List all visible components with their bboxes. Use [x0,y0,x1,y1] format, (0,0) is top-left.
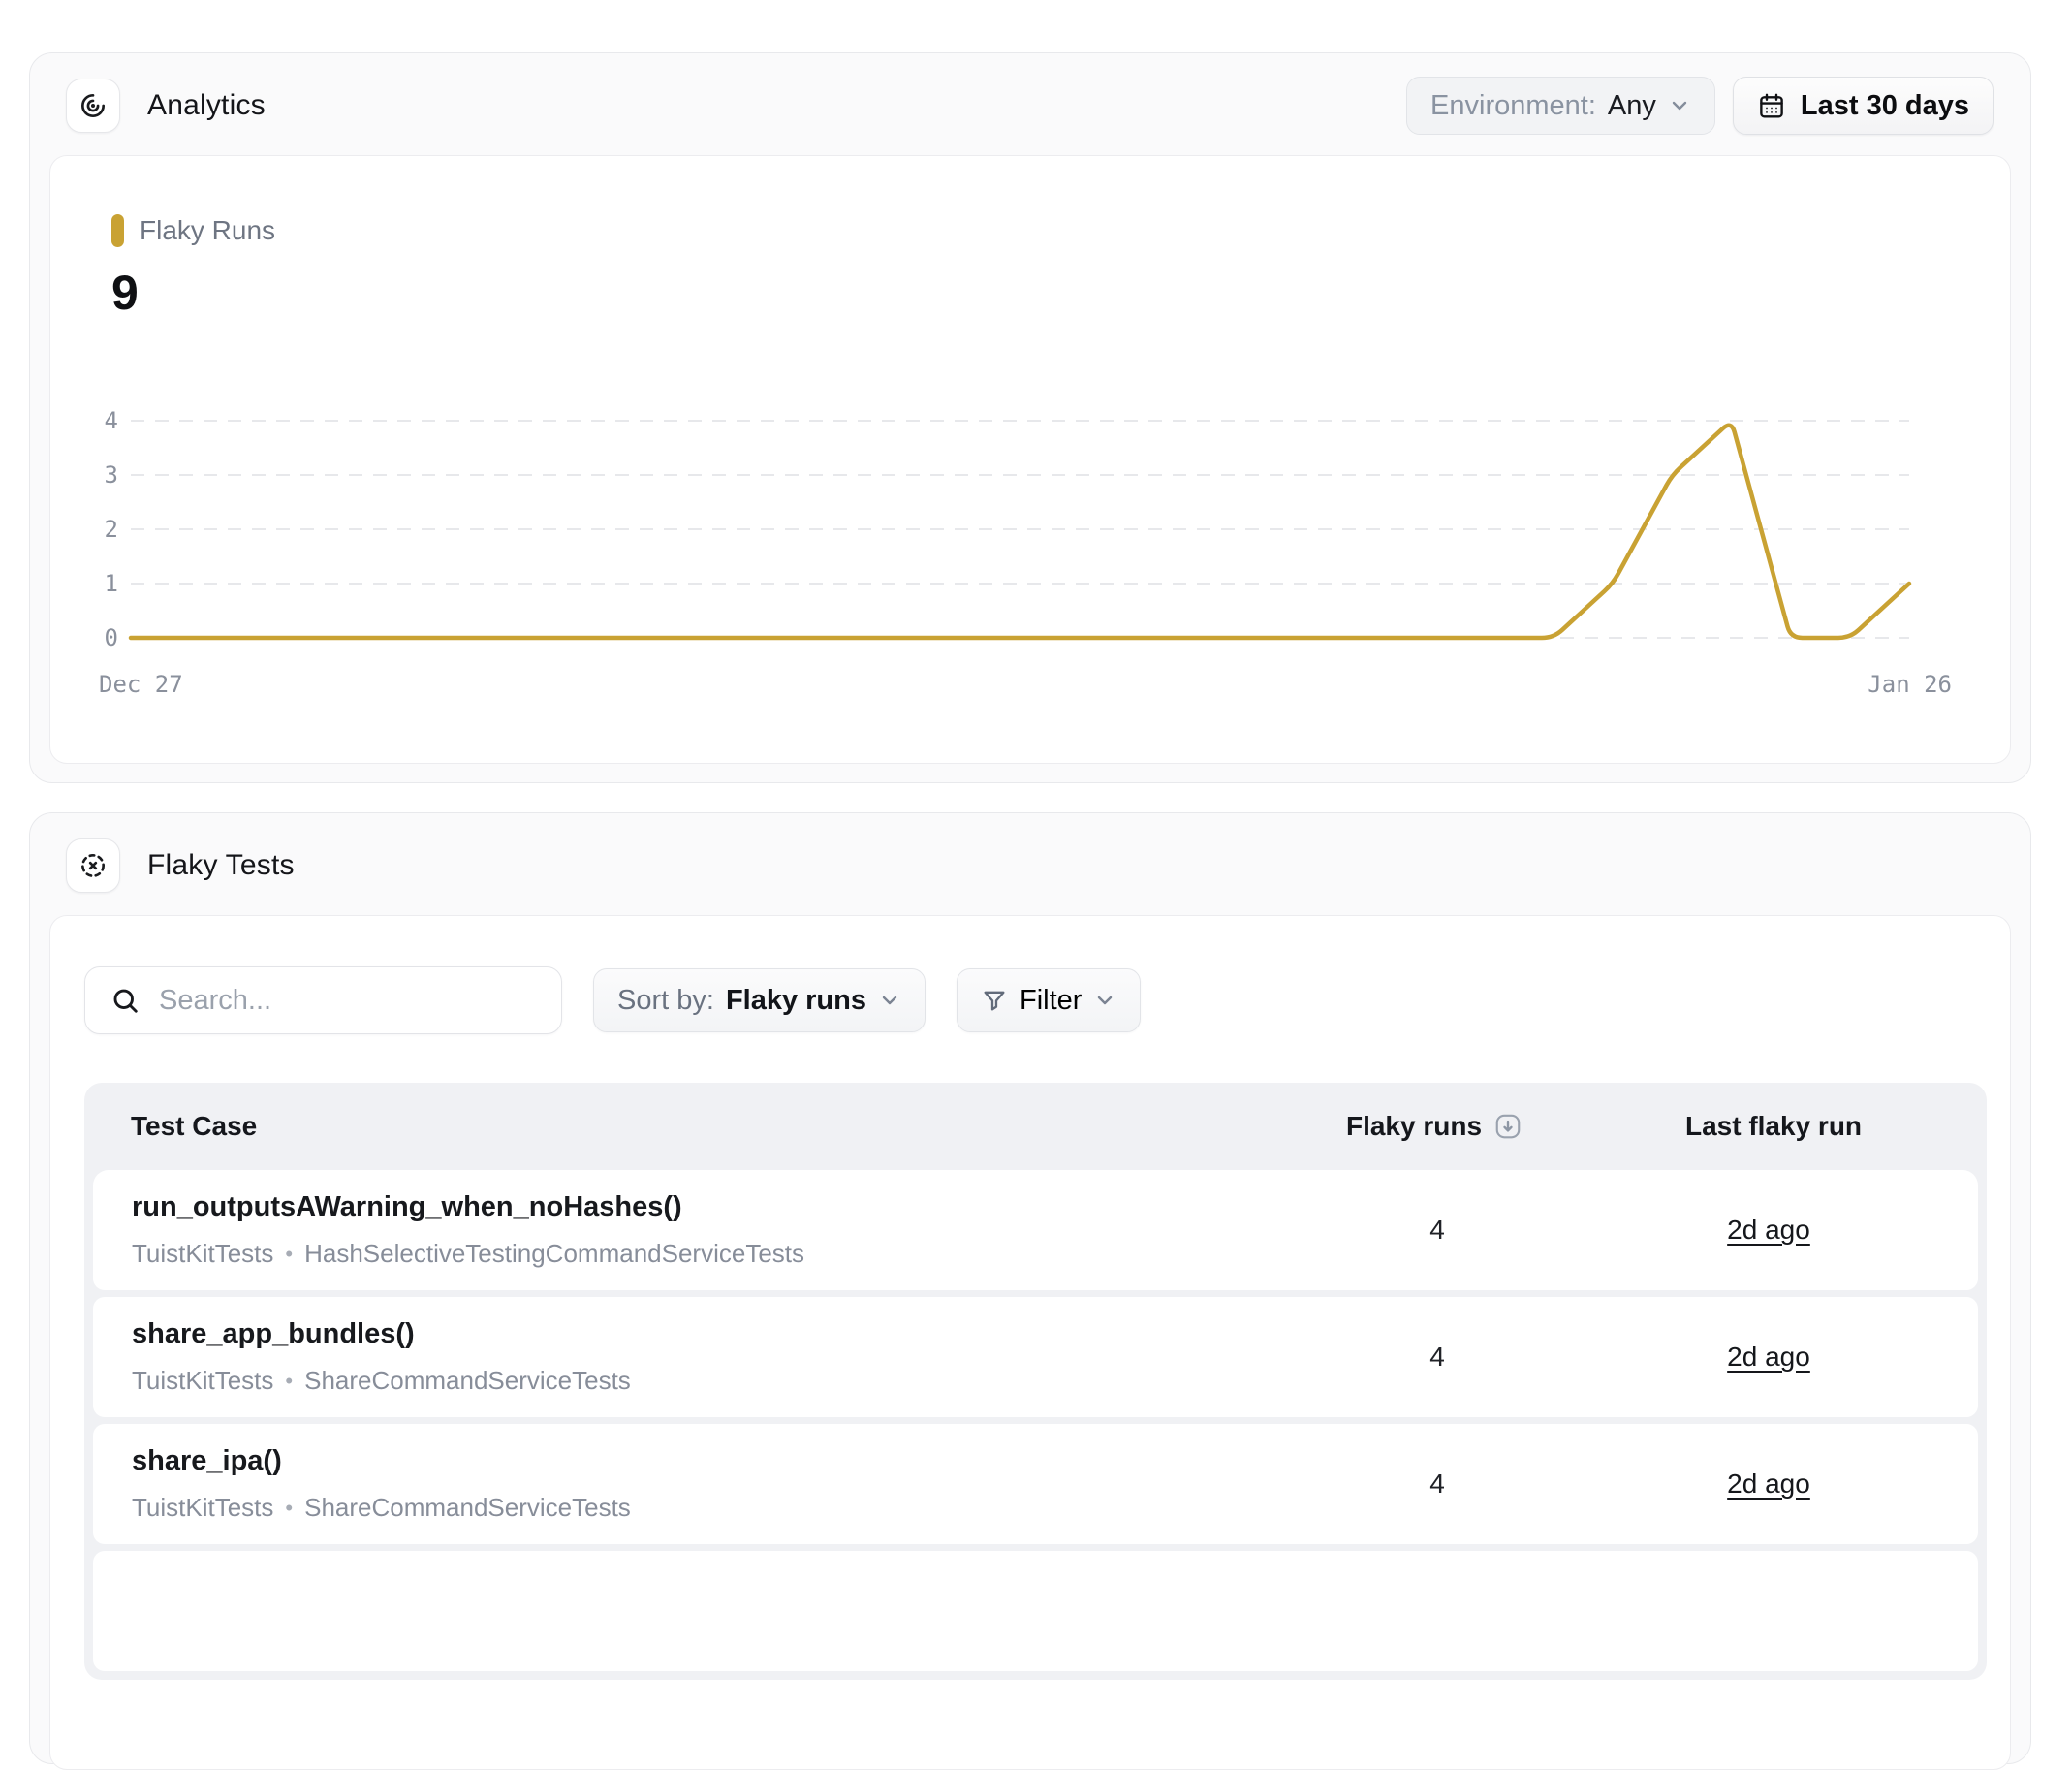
analytics-card: Analytics Environment: Any [29,52,2031,783]
flaky-runs-count: 4 [1315,1342,1559,1373]
search-box[interactable] [84,966,562,1034]
funnel-icon [981,987,1008,1014]
test-case-path: TuistKitTests • ShareCommandServiceTests [132,1366,1315,1396]
column-header-test-case: Test Case [84,1111,1308,1142]
flaky-runs-line-chart: 4 3 2 1 0 Dec 27 Jan 26 [50,156,2010,763]
test-case-path: TuistKitTests • ShareCommandServiceTests [132,1493,1315,1523]
test-case-path: TuistKitTests • HashSelectiveTestingComm… [132,1239,1315,1269]
environment-label: Environment: [1430,90,1596,122]
column-header-last-flaky-run: Last flaky run [1560,1111,1987,1142]
chevron-down-icon [878,989,901,1012]
filter-label: Filter [1020,985,1082,1017]
flaky-tests-icon [66,838,120,893]
flaky-runs-count: 4 [1315,1469,1559,1500]
date-range-label: Last 30 days [1801,90,1969,122]
table-row[interactable]: run_outputsAWarning_when_noHashes() Tuis… [93,1170,1978,1290]
svg-text:3: 3 [105,461,118,489]
flaky-tests-title: Flaky Tests [147,849,295,882]
svg-text:Jan 26: Jan 26 [1868,671,1952,698]
sort-by-value: Flaky runs [726,985,866,1017]
bullet-separator: • [285,1242,293,1267]
page: { "analytics": { "title": "Analytics", "… [0,0,2072,1565]
search-input[interactable] [157,984,536,1018]
svg-text:0: 0 [105,624,118,651]
analytics-card-header: Analytics [66,79,266,133]
sort-by-label: Sort by: [617,985,714,1017]
suite-name: HashSelectiveTestingCommandServiceTests [304,1239,804,1269]
sort-by-select[interactable]: Sort by: Flaky runs [593,968,926,1032]
flaky-tests-card-header: Flaky Tests [66,838,295,893]
analytics-icon [66,79,120,133]
search-icon [110,986,140,1015]
last-flaky-run-link[interactable]: 2d ago [1727,1215,1810,1245]
calendar-icon [1757,91,1786,120]
test-case-name: share_ipa() [132,1445,1315,1477]
suite-name: ShareCommandServiceTests [304,1366,631,1396]
module-name: TuistKitTests [132,1366,273,1396]
flaky-tests-table: Test Case Flaky runs Last flaky run run_… [84,1083,1987,1680]
environment-value: Any [1608,90,1656,122]
chevron-down-icon [1093,989,1116,1012]
flaky-runs-chart-panel: 4 3 2 1 0 Dec 27 Jan 26 Flaky Runs 9 [49,155,2011,764]
flaky-tests-card: Flaky Tests Sort by: Flaky runs [29,812,2031,1764]
test-case-name: run_outputsAWarning_when_noHashes() [132,1191,1315,1223]
chevron-down-icon [1668,94,1691,117]
legend-label: Flaky Runs [140,215,275,246]
bullet-separator: • [285,1369,293,1394]
environment-select[interactable]: Environment: Any [1406,77,1715,135]
chart-legend: Flaky Runs [111,214,275,247]
svg-text:2: 2 [105,516,118,543]
test-case-cell: run_outputsAWarning_when_noHashes() Tuis… [93,1191,1315,1269]
last-flaky-run-cell: 2d ago [1559,1469,1978,1500]
last-flaky-run-cell: 2d ago [1559,1215,1978,1246]
table-row-partial [93,1551,1978,1671]
date-range-button[interactable]: Last 30 days [1733,77,1994,135]
module-name: TuistKitTests [132,1239,273,1269]
flaky-runs-column-label: Flaky runs [1346,1111,1482,1142]
legend-color-bar [111,214,124,247]
test-case-name: share_app_bundles() [132,1318,1315,1350]
flaky-runs-count: 4 [1315,1215,1559,1246]
test-case-cell: share_app_bundles() TuistKitTests • Shar… [93,1318,1315,1396]
bullet-separator: • [285,1496,293,1521]
module-name: TuistKitTests [132,1493,273,1523]
last-flaky-run-link[interactable]: 2d ago [1727,1469,1810,1499]
test-case-cell: share_ipa() TuistKitTests • ShareCommand… [93,1445,1315,1523]
suite-name: ShareCommandServiceTests [304,1493,631,1523]
svg-text:4: 4 [105,407,118,434]
table-rows: run_outputsAWarning_when_noHashes() Tuis… [84,1170,1987,1680]
svg-text:Dec 27: Dec 27 [99,671,183,698]
analytics-title: Analytics [147,89,266,122]
table-controls: Sort by: Flaky runs Filter [84,966,1141,1034]
analytics-controls: Environment: Any Last 30 days [1406,77,1994,135]
table-row[interactable]: share_app_bundles() TuistKitTests • Shar… [93,1297,1978,1417]
flaky-runs-total: 9 [111,265,139,321]
flaky-tests-panel: Sort by: Flaky runs Filter [49,915,2011,1770]
table-row[interactable]: share_ipa() TuistKitTests • ShareCommand… [93,1424,1978,1544]
svg-text:1: 1 [105,570,118,597]
column-header-flaky-runs[interactable]: Flaky runs [1308,1111,1560,1142]
last-flaky-run-link[interactable]: 2d ago [1727,1342,1810,1372]
last-flaky-run-cell: 2d ago [1559,1342,1978,1373]
filter-button[interactable]: Filter [957,968,1141,1032]
sort-descending-icon [1493,1112,1523,1141]
table-header: Test Case Flaky runs Last flaky run [84,1083,1987,1170]
